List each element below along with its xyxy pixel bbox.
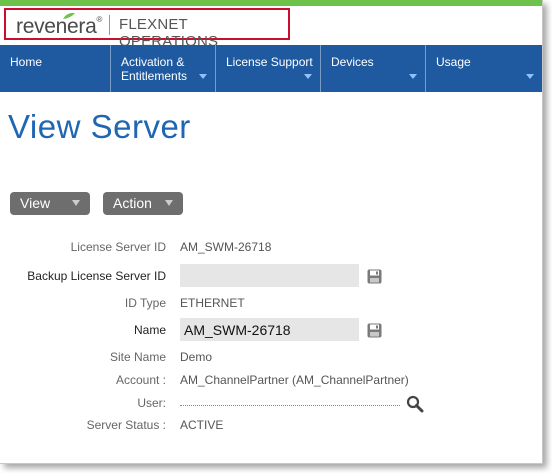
nav-home-label: Home	[10, 55, 43, 69]
nav-activation-entitlements[interactable]: Activation & Entitlements	[110, 45, 215, 92]
caret-down-icon	[72, 200, 80, 206]
id-type-value: ETHERNET	[180, 296, 245, 310]
caret-down-icon	[409, 74, 417, 79]
id-type-label: ID Type	[124, 296, 166, 310]
site-name-value: Demo	[180, 350, 213, 364]
brand-header: revenera® FLEXNET OPERATIONS	[4, 8, 290, 50]
logo-leaf-icon	[63, 12, 75, 19]
top-accent-bar	[0, 0, 542, 6]
user-label: User:	[137, 396, 166, 410]
caret-down-icon	[526, 74, 534, 79]
save-disk-icon[interactable]	[367, 269, 382, 284]
action-menu-button[interactable]: Action	[103, 192, 183, 215]
server-status-label: Server Status :	[86, 418, 166, 432]
caret-down-icon	[304, 74, 312, 79]
caret-down-icon	[199, 74, 207, 79]
view-button-label: View	[20, 195, 51, 211]
license-server-id-value: AM_SWM-26718	[180, 240, 272, 254]
caret-down-icon	[165, 200, 173, 206]
nav-activation-label: Activation & Entitlements	[121, 55, 188, 83]
nav-home[interactable]: Home	[0, 45, 110, 92]
nav-usage-label: Usage	[436, 55, 471, 69]
site-name-label: Site Name	[109, 350, 166, 364]
brand-divider	[109, 15, 110, 35]
magnifier-icon[interactable]	[405, 395, 425, 413]
nav-license-support-label: License Support	[226, 55, 313, 69]
view-menu-button[interactable]: View	[10, 192, 90, 215]
app-window: revenera® FLEXNET OPERATIONS Home Activa…	[0, 0, 543, 464]
backup-license-server-id-label: Backup License Server ID	[27, 269, 166, 283]
user-field[interactable]	[180, 405, 400, 406]
server-status-value: ACTIVE	[180, 418, 224, 432]
account-value: AM_ChannelPartner (AM_ChannelPartner)	[180, 373, 409, 387]
license-server-id-label: License Server ID	[70, 240, 166, 254]
logo-text: revenera	[16, 15, 97, 38]
nav-devices[interactable]: Devices	[320, 45, 425, 92]
nav-license-support[interactable]: License Support	[215, 45, 320, 92]
account-label: Account :	[115, 373, 166, 387]
logo-registered-mark: ®	[96, 15, 103, 24]
action-button-label: Action	[113, 195, 152, 211]
page-title: View Server	[8, 108, 191, 145]
nav-usage[interactable]: Usage	[425, 45, 542, 92]
name-input[interactable]: AM_SWM-26718	[180, 318, 359, 341]
name-label: Name	[133, 323, 166, 337]
save-disk-icon[interactable]	[367, 323, 382, 338]
nav-devices-label: Devices	[331, 55, 374, 69]
main-nav: Home Activation & Entitlements License S…	[0, 45, 542, 92]
backup-license-server-id-input[interactable]	[180, 264, 359, 287]
revenera-logo: revenera®	[16, 12, 103, 39]
